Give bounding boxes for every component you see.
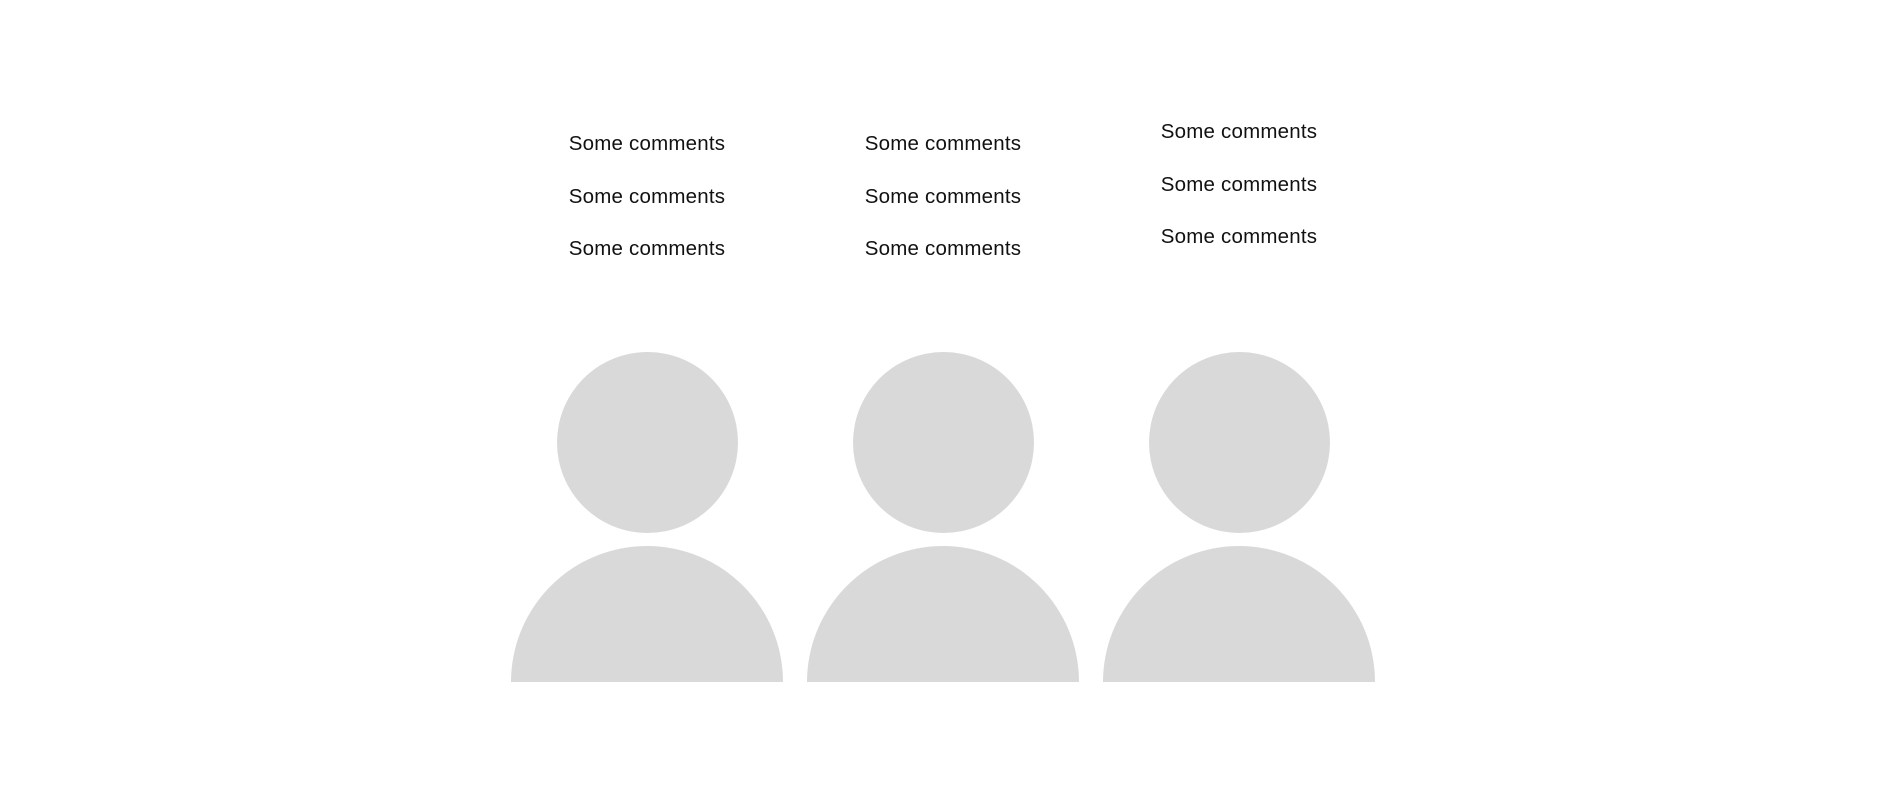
- comment-text: Some comments: [1160, 225, 1318, 248]
- comment-text: Some comments: [1160, 120, 1318, 143]
- comment-text: Some comments: [864, 237, 1022, 260]
- person-column-2: Some comments Some comments Some comment…: [807, 0, 1079, 800]
- comment-text: Some comments: [1160, 172, 1318, 196]
- person-head: [852, 352, 1034, 533]
- person-silhouette-icon: [1103, 352, 1375, 682]
- comment-list: Some comments Some comments Some comment…: [807, 129, 1079, 287]
- person-body: [1103, 546, 1375, 682]
- comment-text: Some comments: [568, 237, 726, 260]
- person-silhouette-icon: [807, 352, 1079, 682]
- comment-text: Some comments: [864, 184, 1022, 208]
- person-head: [1148, 352, 1330, 533]
- comment-list: Some comments Some comments Some comment…: [511, 129, 783, 287]
- person-body: [511, 546, 783, 682]
- comment-text: Some comments: [568, 184, 726, 208]
- person-silhouette-icon: [511, 352, 783, 682]
- person-column-1: Some comments Some comments Some comment…: [511, 0, 783, 800]
- person-head: [556, 352, 738, 533]
- comment-list: Some comments Some comments Some comment…: [1103, 117, 1375, 275]
- person-column-3: Some comments Some comments Some comment…: [1103, 0, 1375, 800]
- comment-text: Some comments: [568, 132, 726, 155]
- person-body: [807, 546, 1079, 682]
- comment-text: Some comments: [864, 132, 1022, 155]
